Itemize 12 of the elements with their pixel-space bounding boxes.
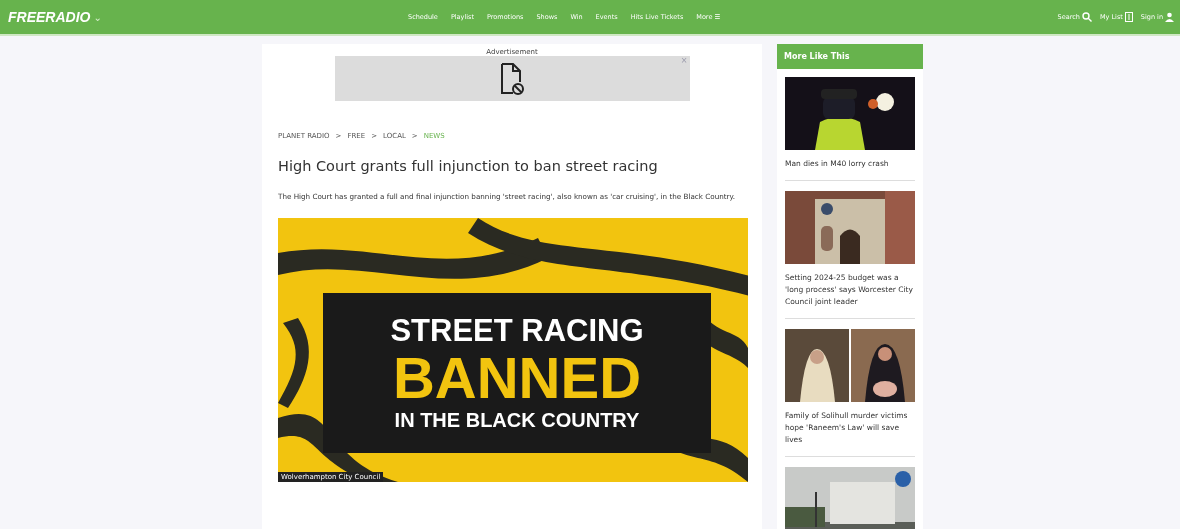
search-icon — [1081, 12, 1092, 22]
blocked-file-icon — [500, 61, 524, 96]
article-title: High Court grants full injunction to ban street racing — [278, 158, 659, 174]
image-headline: BANNED — [392, 349, 642, 407]
user-icon — [1165, 12, 1174, 22]
caret-icon[interactable]: ⌄ — [93, 11, 102, 23]
close-icon[interactable]: × — [680, 56, 688, 65]
image-headline: STREET RACING — [390, 313, 644, 349]
sidebar-heading: More Like This — [777, 44, 923, 69]
image-headline: IN THE BLACK COUNTRY — [394, 408, 640, 433]
logo[interactable]: FREERADIO — [8, 9, 91, 25]
list-icon — [1124, 12, 1133, 22]
